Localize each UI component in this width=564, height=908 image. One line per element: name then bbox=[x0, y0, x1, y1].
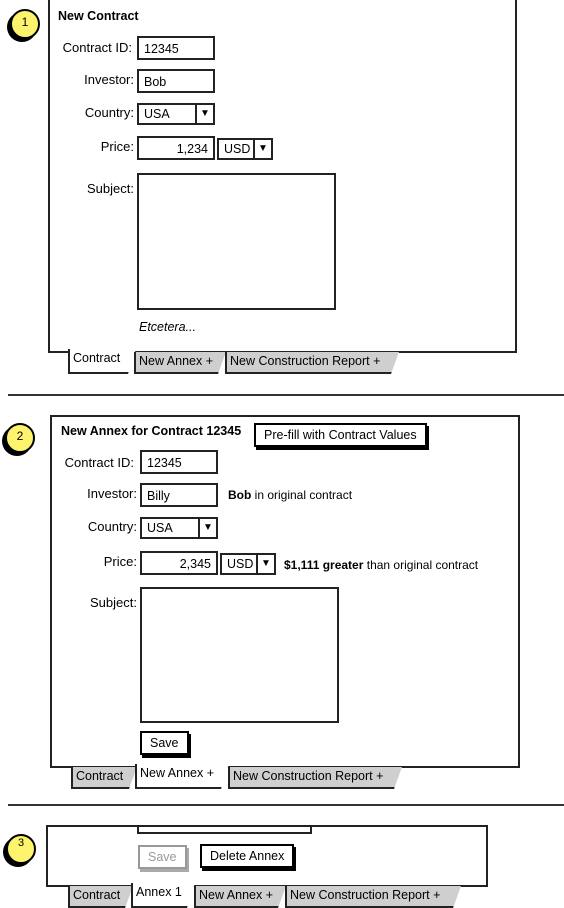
tab-contract[interactable]: Contract bbox=[68, 886, 133, 908]
callout-3: 3 bbox=[6, 834, 36, 864]
tab-new-construction-report[interactable]: New Construction Report + bbox=[228, 767, 402, 789]
country-select[interactable]: USA ▼ bbox=[140, 517, 218, 539]
contract-id-label: Contract ID: bbox=[62, 40, 132, 55]
country-value: USA bbox=[147, 521, 173, 535]
currency-value: USD bbox=[227, 557, 254, 571]
subject-label: Subject: bbox=[87, 181, 134, 196]
note-text: in original contract bbox=[251, 488, 353, 502]
callout-1: 1 bbox=[10, 9, 40, 39]
tab-contract[interactable]: Contract bbox=[68, 349, 136, 374]
price-label: Price: bbox=[103, 554, 137, 569]
price-field[interactable]: 2,345 bbox=[140, 551, 218, 575]
currency-value: USD bbox=[224, 142, 251, 156]
delete-annex-button[interactable]: Delete Annex bbox=[200, 844, 295, 868]
tab-annex-1[interactable]: Annex 1 bbox=[131, 883, 195, 908]
subject-textarea[interactable] bbox=[137, 173, 336, 310]
note-bold: $1,111 greater bbox=[284, 558, 364, 572]
price-diff-note: $1,111 greater than original contract bbox=[284, 558, 478, 572]
country-label: Country: bbox=[87, 519, 137, 534]
contract-id-field[interactable]: 12345 bbox=[140, 450, 218, 474]
subject-label: Subject: bbox=[90, 595, 137, 610]
chevron-down-icon[interactable]: ▼ bbox=[253, 140, 271, 158]
contract-id-field[interactable]: 12345 bbox=[137, 36, 215, 60]
investor-diff-note: Bob in original contract bbox=[228, 488, 352, 502]
country-select[interactable]: USA ▼ bbox=[137, 103, 215, 125]
country-label: Country: bbox=[84, 105, 134, 120]
tab-contract[interactable]: Contract bbox=[71, 767, 137, 789]
tab-new-annex[interactable]: New Annex + bbox=[135, 764, 229, 789]
section-divider bbox=[8, 394, 564, 396]
currency-select[interactable]: USD ▼ bbox=[217, 138, 273, 160]
investor-field[interactable]: Billy bbox=[140, 483, 218, 507]
price-field[interactable]: 1,234 bbox=[137, 136, 215, 160]
tab-new-annex[interactable]: New Annex + bbox=[134, 352, 226, 374]
prefill-button[interactable]: Pre-fill with Contract Values bbox=[254, 423, 427, 447]
callout-2: 2 bbox=[5, 423, 35, 453]
save-button[interactable]: Save bbox=[140, 731, 189, 755]
chevron-down-icon[interactable]: ▼ bbox=[198, 519, 216, 537]
note-bold: Bob bbox=[228, 488, 252, 502]
etcetera-text: Etcetera... bbox=[139, 320, 196, 334]
save-button-disabled[interactable]: Save bbox=[138, 845, 187, 869]
contract-id-label: Contract ID: bbox=[64, 455, 134, 470]
subject-textarea[interactable] bbox=[140, 587, 339, 723]
investor-label: Investor: bbox=[84, 72, 134, 87]
tab-bar: Contract New Annex + New Construction Re… bbox=[71, 767, 411, 789]
tab-new-construction-report[interactable]: New Construction Report + bbox=[225, 352, 399, 374]
chevron-down-icon[interactable]: ▼ bbox=[195, 105, 213, 123]
panel-title: New Annex for Contract 12345 bbox=[61, 424, 242, 438]
chevron-down-icon[interactable]: ▼ bbox=[256, 555, 274, 573]
tab-bar: Contract New Annex + New Construction Re… bbox=[68, 352, 408, 374]
investor-label: Investor: bbox=[87, 486, 137, 501]
panel-title: New Contract bbox=[58, 9, 139, 23]
currency-select[interactable]: USD ▼ bbox=[220, 553, 276, 575]
scroll-remnant bbox=[137, 826, 312, 834]
note-text: than original contract bbox=[363, 558, 479, 572]
investor-field[interactable]: Bob bbox=[137, 69, 215, 93]
price-label: Price: bbox=[100, 139, 134, 154]
tab-new-construction-report[interactable]: New Construction Report + bbox=[285, 886, 461, 908]
tab-new-annex[interactable]: New Annex + bbox=[194, 886, 286, 908]
tab-bar: Contract Annex 1 New Annex + New Constru… bbox=[68, 886, 468, 908]
country-value: USA bbox=[144, 107, 170, 121]
section-divider bbox=[8, 804, 564, 806]
